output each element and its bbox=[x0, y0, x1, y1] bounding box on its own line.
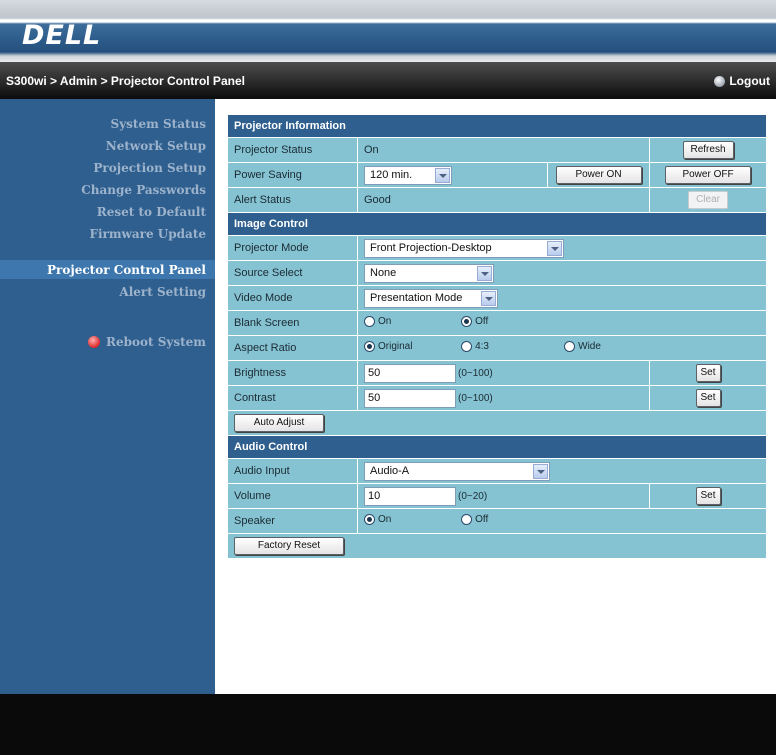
contrast-input[interactable]: 50 bbox=[364, 388, 456, 408]
chevron-down-icon bbox=[533, 463, 548, 479]
brightness-input[interactable]: 50 bbox=[364, 363, 456, 383]
reboot-icon bbox=[88, 336, 100, 348]
section-projector-information: Projector Information bbox=[226, 114, 768, 138]
volume-range: (0~20) bbox=[458, 490, 488, 502]
radio-off-icon bbox=[564, 341, 576, 352]
speaker-off-radio[interactable]: Off bbox=[461, 514, 488, 525]
auto-adjust-button[interactable]: Auto Adjust bbox=[234, 414, 324, 432]
control-table: Projector Information Projector Status O… bbox=[226, 114, 768, 559]
radio-selected-icon bbox=[364, 341, 375, 352]
breadcrumb-bar: S300wi > Admin > Projector Control Panel… bbox=[0, 62, 776, 99]
video-mode-select[interactable]: Presentation Mode bbox=[364, 288, 498, 308]
speaker-label: Speaker bbox=[227, 508, 358, 534]
sidebar-item-firmware-update[interactable]: Firmware Update bbox=[89, 227, 206, 241]
logout-label: Logout bbox=[729, 74, 770, 88]
aspect-4-3-radio[interactable]: 4:3 bbox=[461, 341, 561, 352]
alert-status-label: Alert Status bbox=[227, 187, 358, 213]
source-select-dropdown[interactable]: None bbox=[364, 263, 494, 283]
projector-status-label: Projector Status bbox=[227, 137, 358, 163]
chevron-down-icon bbox=[435, 167, 450, 183]
speaker-off-label: Off bbox=[475, 514, 489, 525]
reboot-label: Reboot System bbox=[106, 335, 206, 349]
radio-off-icon bbox=[364, 316, 375, 327]
video-mode-value: Presentation Mode bbox=[370, 292, 463, 304]
reboot-system-link[interactable]: Reboot System bbox=[88, 335, 206, 349]
power-saving-label: Power Saving bbox=[227, 162, 358, 188]
section-audio-control: Audio Control bbox=[226, 435, 768, 459]
sidebar-item-change-passwords[interactable]: Change Passwords bbox=[81, 183, 206, 197]
blank-screen-off-radio[interactable]: Off bbox=[461, 316, 488, 327]
chevron-down-icon bbox=[477, 265, 492, 281]
audio-input-label: Audio Input bbox=[227, 458, 358, 484]
speaker-on-label: On bbox=[378, 514, 392, 525]
projector-status-value: On bbox=[357, 137, 650, 163]
brightness-label: Brightness bbox=[227, 360, 358, 386]
logout-link[interactable]: Logout bbox=[714, 74, 770, 88]
contrast-range: (0~100) bbox=[458, 392, 493, 404]
chevron-down-icon bbox=[547, 240, 562, 256]
radio-selected-icon bbox=[364, 514, 375, 525]
sidebar: System Status Network Setup Projection S… bbox=[0, 99, 215, 694]
aspect-original-radio[interactable]: Original bbox=[364, 341, 458, 352]
power-on-button[interactable]: Power ON bbox=[555, 166, 642, 184]
aspect-4-3-label: 4:3 bbox=[475, 341, 489, 352]
audio-input-value: Audio-A bbox=[370, 465, 410, 477]
sidebar-item-network-setup[interactable]: Network Setup bbox=[106, 139, 206, 153]
power-off-button[interactable]: Power OFF bbox=[665, 166, 752, 184]
projector-mode-label: Projector Mode bbox=[227, 235, 358, 261]
aspect-original-label: Original bbox=[378, 341, 413, 352]
header-banner: DELL bbox=[0, 0, 776, 62]
audio-input-select[interactable]: Audio-A bbox=[364, 461, 550, 481]
projector-mode-value: Front Projection-Desktop bbox=[370, 242, 492, 254]
breadcrumb: S300wi > Admin > Projector Control Panel bbox=[6, 74, 245, 88]
footer-bar bbox=[0, 694, 776, 755]
power-saving-select[interactable]: 120 min. bbox=[364, 165, 452, 185]
chevron-down-icon bbox=[481, 290, 496, 306]
dell-logo: DELL bbox=[22, 20, 102, 51]
radio-selected-icon bbox=[461, 316, 473, 327]
refresh-button[interactable]: Refresh bbox=[682, 141, 734, 159]
clear-button[interactable]: Clear bbox=[688, 191, 728, 209]
radio-off-icon bbox=[461, 514, 473, 525]
aspect-wide-label: Wide bbox=[578, 341, 601, 352]
brightness-set-button[interactable]: Set bbox=[695, 364, 721, 382]
video-mode-label: Video Mode bbox=[227, 285, 358, 311]
brightness-range: (0~100) bbox=[458, 367, 493, 379]
logout-icon bbox=[714, 75, 726, 87]
volume-set-button[interactable]: Set bbox=[695, 487, 721, 505]
projector-mode-select[interactable]: Front Projection-Desktop bbox=[364, 238, 564, 258]
sidebar-item-alert-setting[interactable]: Alert Setting bbox=[119, 285, 206, 299]
volume-label: Volume bbox=[227, 483, 358, 509]
blank-screen-off-label: Off bbox=[475, 316, 489, 327]
source-select-label: Source Select bbox=[227, 260, 358, 286]
contrast-set-button[interactable]: Set bbox=[695, 389, 721, 407]
aspect-wide-radio[interactable]: Wide bbox=[564, 341, 601, 352]
contrast-label: Contrast bbox=[227, 385, 358, 411]
sidebar-item-projection-setup[interactable]: Projection Setup bbox=[93, 161, 206, 175]
speaker-on-radio[interactable]: On bbox=[364, 514, 458, 525]
source-select-value: None bbox=[370, 267, 397, 279]
volume-input[interactable]: 10 bbox=[364, 486, 456, 506]
radio-off-icon bbox=[461, 341, 473, 352]
sidebar-item-system-status[interactable]: System Status bbox=[111, 117, 206, 131]
factory-reset-button[interactable]: Factory Reset bbox=[234, 537, 344, 555]
blank-screen-on-radio[interactable]: On bbox=[364, 316, 458, 327]
sidebar-item-projector-control-panel[interactable]: Projector Control Panel bbox=[47, 263, 206, 277]
power-saving-value: 120 min. bbox=[370, 169, 413, 181]
aspect-ratio-label: Aspect Ratio bbox=[227, 335, 358, 361]
blank-screen-label: Blank Screen bbox=[227, 310, 358, 336]
alert-status-value: Good bbox=[357, 187, 650, 213]
control-panel: Projector Information Projector Status O… bbox=[226, 114, 768, 559]
sidebar-item-reset-to-default[interactable]: Reset to Default bbox=[97, 205, 206, 219]
blank-screen-on-label: On bbox=[378, 316, 392, 327]
section-image-control: Image Control bbox=[226, 212, 768, 236]
